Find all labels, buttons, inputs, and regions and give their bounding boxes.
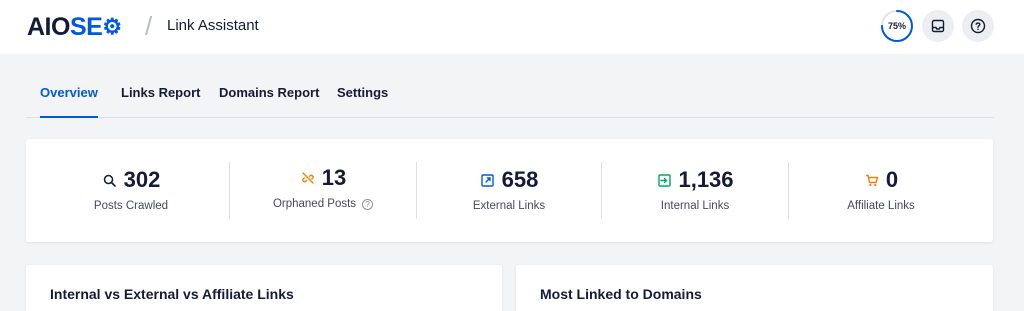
tab-domains-report[interactable]: Domains Report	[219, 70, 319, 118]
aioseo-logo[interactable]: AIOSE⚙	[27, 13, 122, 41]
stat-orphaned-posts[interactable]: 13 Orphaned Posts?	[230, 139, 416, 242]
stat-value: 1,136	[678, 167, 734, 192]
tab-overview[interactable]: Overview	[40, 70, 98, 118]
stat-affiliate-links[interactable]: 0 Affiliate Links	[788, 139, 974, 242]
search-icon	[102, 172, 118, 188]
links-breakdown-card: Internal vs External vs Affiliate Links	[26, 265, 502, 311]
stat-label: Affiliate Links	[847, 200, 915, 212]
stat-internal-links[interactable]: 1,136 Internal Links	[602, 139, 788, 242]
score-value: 75%	[887, 21, 906, 31]
tab-settings[interactable]: Settings	[337, 70, 388, 118]
stat-label: External Links	[472, 200, 546, 212]
stats-panel: 302 Posts Crawled 13 Orphaned Posts? 658…	[26, 139, 993, 242]
logo-gear-icon: ⚙	[102, 14, 122, 39]
internal-link-icon	[656, 172, 672, 188]
stat-external-links[interactable]: 658 External Links	[416, 139, 602, 242]
stat-label: Posts Crawled	[93, 200, 169, 212]
inbox-icon	[931, 19, 945, 33]
notifications-button[interactable]	[922, 10, 954, 42]
tab-bar: Overview Links Report Domains Report Set…	[26, 70, 994, 118]
logo-text-seo: SE	[69, 13, 103, 41]
help-icon	[970, 18, 986, 34]
unlink-icon	[300, 170, 316, 186]
stat-posts-crawled: 302 Posts Crawled	[38, 139, 224, 242]
stat-value: 13	[321, 165, 347, 190]
external-link-icon	[480, 172, 496, 188]
cart-icon	[864, 172, 880, 188]
help-button[interactable]	[962, 10, 994, 42]
breadcrumb-separator: /	[145, 11, 153, 41]
help-tooltip-icon[interactable]: ?	[362, 199, 374, 210]
logo-text-aio: AIO	[27, 13, 70, 41]
stat-value: 0	[885, 167, 899, 192]
stat-value: 302	[123, 167, 161, 192]
top-header: AIOSE⚙ / Link Assistant 75%	[0, 0, 1024, 54]
tab-links-report[interactable]: Links Report	[121, 70, 200, 118]
stat-value: 658	[501, 167, 539, 192]
most-linked-domains-card: Most Linked to Domains	[516, 265, 993, 311]
card-title: Most Linked to Domains	[540, 286, 702, 302]
page-title: Link Assistant	[167, 17, 259, 34]
stat-label: Orphaned Posts	[272, 198, 357, 210]
card-title: Internal vs External vs Affiliate Links	[50, 286, 294, 302]
stat-label: Internal Links	[660, 200, 730, 212]
seo-score-indicator[interactable]: 75%	[880, 9, 914, 43]
